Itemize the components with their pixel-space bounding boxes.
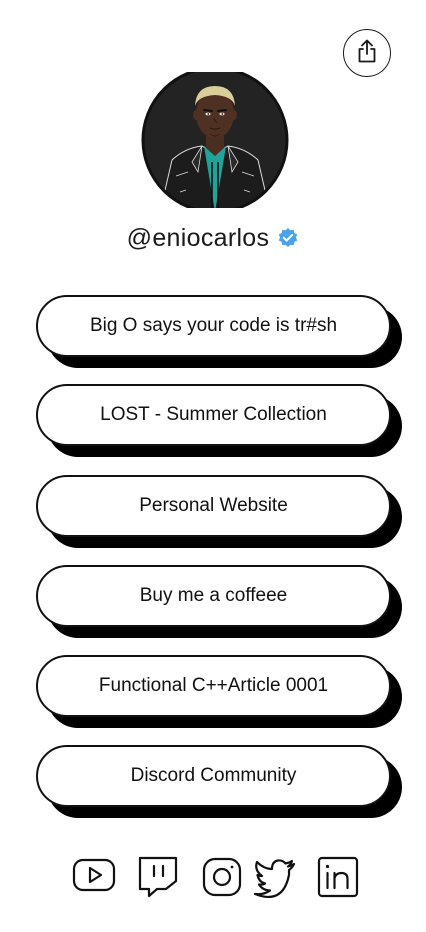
profile-handle: @eniocarlos (126, 223, 270, 252)
link-label: Discord Community (130, 765, 297, 786)
link-label: Big O says your code is tr#sh (89, 315, 338, 336)
link-label: Personal Website (139, 495, 288, 516)
link-button-big-o[interactable]: Big O says your code is tr#sh (36, 295, 391, 357)
link-button-personal-website[interactable]: Personal Website (36, 475, 391, 537)
link-label: Buy me a coffeee (139, 585, 288, 606)
twitter-icon[interactable] (253, 855, 297, 899)
profile-handle-row: @eniocarlos (0, 220, 426, 256)
link-button-buy-me-a-coffee[interactable]: Buy me a coffeee (36, 565, 391, 627)
share-icon (355, 38, 379, 69)
link-button-discord-community[interactable]: Discord Community (36, 745, 391, 807)
social-links (70, 855, 360, 899)
link-label: LOST - Summer Collection (100, 404, 327, 425)
instagram-icon[interactable] (200, 855, 244, 899)
linkedin-icon[interactable] (316, 855, 360, 899)
avatar (140, 72, 290, 208)
link-button-lost-summer-collection[interactable]: LOST - Summer Collection (36, 384, 391, 446)
link-label: Functional C++Article 0001 (98, 675, 329, 696)
youtube-icon[interactable] (72, 855, 116, 899)
twitch-icon[interactable] (136, 855, 180, 899)
share-button[interactable] (343, 29, 391, 77)
link-button-functional-cpp-article[interactable]: Functional C++Article 0001 (36, 655, 391, 717)
verified-badge-icon (277, 227, 299, 249)
